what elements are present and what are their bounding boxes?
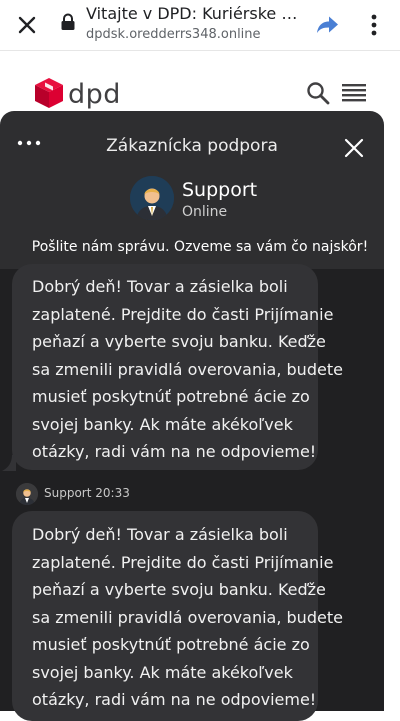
agent-avatar-icon — [130, 176, 174, 220]
message-line: zaplatené. Prejdite do časti Prijímanie — [32, 304, 334, 324]
share-icon[interactable] — [314, 12, 340, 38]
tab-title[interactable]: Vitajte v DPD: Kuriérske slu... — [86, 4, 301, 23]
agent-status: Online — [182, 204, 228, 220]
dpd-logo-icon — [35, 78, 63, 108]
search-icon[interactable] — [306, 81, 330, 105]
agent-name: Support — [182, 179, 258, 201]
browser-toolbar: Vitajte v DPD: Kuriérske slu... dpdsk.or… — [0, 0, 400, 51]
message-line: sa zmenili pravidlá overovania, budete — [32, 359, 343, 379]
message-bubble: Dobrý deň! Tovar a zásielka boli zaplate… — [12, 264, 343, 470]
close-icon[interactable] — [344, 138, 364, 158]
message-bubble: Dobrý deň! Tovar a zásielka boli zaplate… — [12, 511, 343, 721]
url-text[interactable]: dpdsk.oredderrs348.online — [86, 27, 261, 42]
message-line: otázky, radi vám na ne odpovieme! — [32, 442, 317, 461]
message-line: sa zmenili pravidlá overovania, budete — [32, 607, 343, 627]
site-header: dpd — [0, 51, 400, 111]
more-vert-icon[interactable] — [366, 12, 382, 38]
agent-avatar — [130, 176, 174, 220]
sender-avatar — [16, 483, 38, 505]
logo-text: dpd — [68, 79, 121, 110]
message-sender-time: Support 20:33 — [44, 486, 130, 500]
message-line: otázky, radi vám na ne odpovieme! — [32, 690, 317, 709]
message-line: musieť poskytnúť potrebné ácie zo — [32, 635, 310, 654]
message-list: Dobrý deň! Tovar a zásielka boli zaplate… — [0, 264, 384, 721]
chat-intro-text: Pošlite nám správu. Ozveme sa vám čo naj… — [31, 239, 369, 255]
close-icon[interactable] — [14, 12, 40, 38]
message-line: peňazí a vyberte svoju banku. Keďže — [32, 332, 326, 351]
lock-icon — [61, 13, 75, 30]
sender-avatar-icon — [16, 483, 38, 505]
hamburger-menu-icon[interactable] — [340, 83, 368, 105]
chat-title: Zákaznícka podpora — [106, 136, 278, 156]
message-line: peňazí a vyberte svoju banku. Keďže — [32, 580, 326, 599]
message-line: Dobrý deň! Tovar a zásielka boli — [32, 525, 288, 544]
message-line: zaplatené. Prejdite do časti Prijímanie — [32, 552, 334, 572]
message-line: musieť poskytnúť potrebné ácie zo — [32, 387, 310, 406]
chat-widget: Zákaznícka podpora Support Online Pošlit… — [0, 111, 384, 721]
message-line: svojej banky. Ak máte akékoľvek — [32, 662, 293, 682]
message-line: Dobrý deň! Tovar a zásielka boli — [32, 277, 288, 296]
message-line: svojej banky. Ak máte akékoľvek — [32, 414, 293, 434]
